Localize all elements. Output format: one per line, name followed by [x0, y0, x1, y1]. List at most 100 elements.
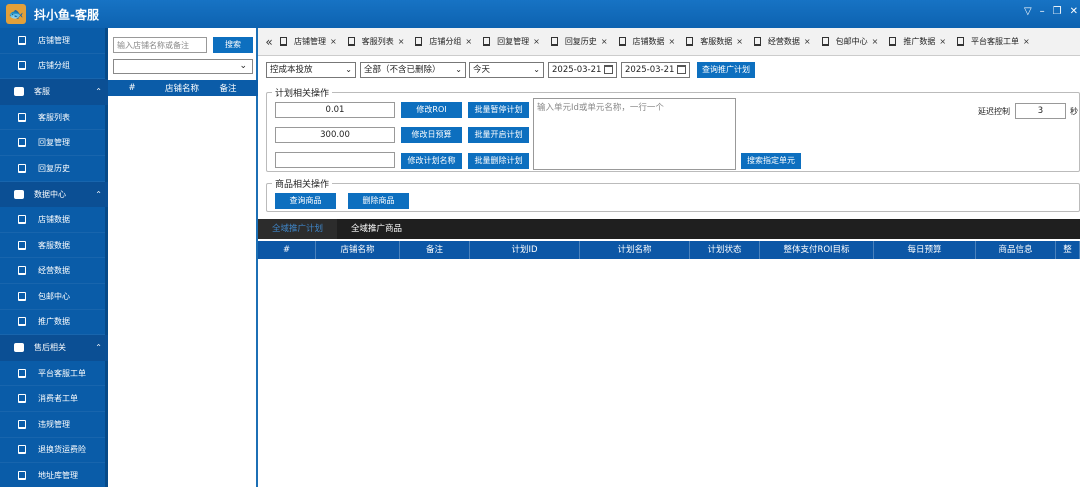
sidebar-item[interactable]: 回复历史 — [0, 156, 108, 182]
sidebar-group[interactable]: 售后相关 ⌃ — [0, 335, 108, 361]
store-group-select[interactable]: ⌄ — [113, 59, 253, 74]
unit-ids-textarea[interactable]: 输入单元Id或单元名称，一行一个 — [533, 98, 736, 170]
budget-input[interactable]: 300.00 — [275, 127, 395, 143]
modify-plan-name-button[interactable]: 修改计划名称 — [401, 153, 462, 169]
bookmark-icon — [280, 37, 287, 46]
sidebar-item[interactable]: 店铺数据 — [0, 207, 108, 233]
tab[interactable]: 店铺数据 × — [618, 36, 676, 47]
sidebar-item-label: 店铺数据 — [38, 214, 70, 224]
chevron-up-icon: ⌃ — [95, 87, 102, 97]
plan-name-input[interactable] — [275, 152, 395, 168]
query-plan-button[interactable]: 查询推广计划 — [697, 62, 755, 78]
modify-roi-button[interactable]: 修改ROI — [401, 102, 462, 118]
close-tab-icon[interactable]: × — [533, 37, 540, 46]
grid-column-header[interactable]: 计划名称 — [580, 241, 690, 259]
sidebar-item[interactable]: 平台客服工单 — [0, 361, 108, 387]
close-tab-icon[interactable]: × — [330, 37, 337, 46]
bookmark-icon — [957, 37, 965, 46]
search-unit-button[interactable]: 搜索指定单元 — [741, 153, 801, 169]
batch-pause-button[interactable]: 批量暂停计划 — [468, 102, 529, 118]
grid-column-header[interactable]: 整体支付ROI目标 — [760, 241, 874, 259]
tab[interactable]: 店铺管理 × — [280, 36, 337, 47]
grid-column-header[interactable]: 每日预算 — [874, 241, 976, 259]
tab[interactable]: 经营数据 × — [753, 36, 811, 47]
tab-label: 经营数据 — [767, 37, 800, 46]
grid-column-header[interactable]: 整 — [1056, 241, 1080, 259]
date-end-input[interactable]: 2025-03-21 — [621, 62, 690, 78]
close-tab-icon[interactable]: × — [398, 37, 405, 46]
close-tab-icon[interactable]: × — [939, 37, 946, 46]
title-bar: 🐟 抖小鱼-客服 ▽ – ❐ ✕ — [0, 0, 1080, 28]
tab[interactable]: 回复历史 × — [550, 36, 608, 47]
bookmark-icon — [889, 37, 897, 46]
minimize-icon[interactable]: – — [1040, 6, 1045, 17]
sidebar-group[interactable]: 客服 ⌃ — [0, 79, 108, 105]
grid-column-header[interactable]: 计划ID — [470, 241, 580, 259]
sidebar-item[interactable]: 违规管理 — [0, 412, 108, 438]
close-tab-icon[interactable]: × — [601, 37, 608, 46]
sidebar-item-label: 数据中心 — [34, 189, 66, 199]
sidebar-item[interactable]: 消费者工单 — [0, 386, 108, 412]
bookmark-icon — [821, 37, 829, 46]
close-tab-icon[interactable]: × — [736, 37, 743, 46]
close-tab-icon[interactable]: × — [1023, 37, 1030, 46]
sidebar-group[interactable]: 数据中心 ⌃ — [0, 181, 108, 208]
close-tab-icon[interactable]: × — [465, 37, 472, 46]
sidebar-item[interactable]: 包邮中心 — [0, 284, 108, 310]
period-select-value: 今天 — [473, 65, 491, 75]
batch-delete-button[interactable]: 批量删除计划 — [468, 153, 529, 169]
tab-full-promo-plan[interactable]: 全域推广计划 — [258, 219, 338, 239]
grid-column-header[interactable]: 计划状态 — [690, 241, 760, 259]
calendar-icon[interactable] — [604, 65, 613, 74]
collapse-tabs-icon[interactable]: « — [258, 35, 280, 49]
delete-product-button[interactable]: 删除商品 — [348, 193, 409, 209]
grid-column-header[interactable]: 备注 — [400, 241, 470, 259]
sidebar-item-label: 售后相关 — [34, 343, 66, 353]
period-select[interactable]: 今天 ⌄ — [469, 62, 544, 78]
close-tab-icon[interactable]: × — [669, 37, 676, 46]
store-search-button[interactable]: 搜索 — [213, 37, 253, 53]
bookmark-icon — [18, 61, 26, 71]
close-tab-icon[interactable]: × — [804, 37, 811, 46]
batch-start-button[interactable]: 批量开启计划 — [468, 127, 529, 143]
grid-column-header[interactable]: # — [258, 241, 316, 259]
chevron-down-icon: ⌄ — [455, 65, 462, 74]
roi-input[interactable]: 0.01 — [275, 102, 395, 118]
sidebar-item[interactable]: 地址库管理 — [0, 463, 108, 487]
sidebar-item-label: 客服列表 — [38, 112, 70, 122]
tab[interactable]: 客服数据 × — [686, 36, 743, 47]
sidebar-item[interactable]: 客服列表 — [0, 105, 108, 131]
sidebar-item[interactable]: 推广数据 — [0, 310, 108, 336]
restore-icon[interactable]: ❐ — [1053, 6, 1062, 17]
close-icon[interactable]: ✕ — [1070, 6, 1078, 17]
bookmark-icon — [18, 291, 26, 301]
chevron-down-icon: ⌄ — [239, 61, 247, 71]
sidebar-item[interactable]: 店铺分组 — [0, 54, 108, 80]
sidebar-item[interactable]: 经营数据 — [0, 258, 108, 284]
sidebar-item[interactable]: 回复管理 — [0, 130, 108, 156]
sidebar-item[interactable]: 店铺管理 — [0, 28, 108, 54]
query-product-button[interactable]: 查询商品 — [275, 193, 336, 209]
status-select[interactable]: 全部（不含已删除） ⌄ — [360, 62, 466, 78]
tab[interactable]: 包邮中心 × — [821, 36, 879, 47]
close-tab-icon[interactable]: × — [872, 37, 879, 46]
sidebar-item[interactable]: 客服数据 — [0, 233, 108, 259]
tab[interactable]: 推广数据 × — [889, 36, 946, 47]
tab[interactable]: 平台客服工单 × — [957, 36, 1030, 47]
tab[interactable]: 客服列表 × — [347, 36, 405, 47]
mode-select[interactable]: 控成本投放 ⌄ — [266, 62, 356, 78]
sidebar-item[interactable]: 退换货运费险 — [0, 438, 108, 464]
store-search-input[interactable]: 输入店铺名称或备注 — [113, 37, 207, 53]
tab-full-promo-product[interactable]: 全域推广商品 — [337, 219, 416, 239]
grid-column-header[interactable]: 店铺名称 — [316, 241, 400, 259]
tab[interactable]: 回复管理 × — [483, 36, 540, 47]
skin-icon[interactable]: ▽ — [1024, 6, 1032, 17]
bookmark-icon — [18, 368, 26, 378]
date-start-input[interactable]: 2025-03-21 — [548, 62, 617, 78]
delay-input[interactable]: 3 — [1015, 103, 1066, 119]
app-logo-icon: 🐟 — [6, 4, 26, 24]
modify-budget-button[interactable]: 修改日预算 — [401, 127, 462, 143]
tab[interactable]: 店铺分组 × — [415, 36, 472, 47]
calendar-icon[interactable] — [677, 65, 686, 74]
grid-column-header[interactable]: 商品信息 — [976, 241, 1056, 259]
